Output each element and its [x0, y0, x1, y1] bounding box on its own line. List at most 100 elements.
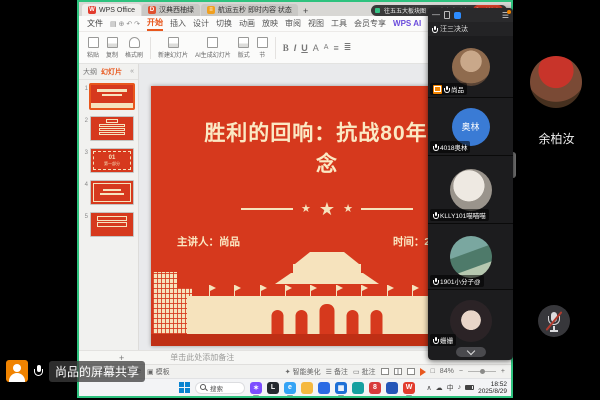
- gate-mid-band: [293, 264, 361, 273]
- beautify-button[interactable]: ✦ 智能美化: [285, 367, 321, 377]
- taskbar-clock[interactable]: 18:52 2025/8/29: [478, 381, 507, 395]
- tab-wps-office[interactable]: W WPS Office: [82, 4, 141, 16]
- start-button[interactable]: [179, 382, 190, 393]
- collapse-tiles-button[interactable]: [456, 347, 486, 357]
- tab-label: 航运五秒 即时内容 状态: [218, 5, 292, 15]
- app-icon-red[interactable]: 8: [369, 382, 381, 394]
- app-icon-navy[interactable]: [386, 382, 398, 394]
- tab-label: WPS Office: [99, 7, 135, 14]
- presenter-avatar-icon: [6, 360, 28, 382]
- ribbon-tab-design[interactable]: 设计: [193, 18, 209, 29]
- section-button[interactable]: 节: [257, 37, 268, 59]
- video-tile-shangpin[interactable]: 尚品: [428, 36, 513, 98]
- video-tile-klly[interactable]: KLLY101喵喵喵: [428, 156, 513, 224]
- app-icon-teal[interactable]: [352, 382, 364, 394]
- video-tile-1901[interactable]: 1901小分子@: [428, 224, 513, 290]
- app-icon-office[interactable]: ▦: [335, 382, 347, 394]
- zoom-level[interactable]: 84%: [440, 368, 454, 375]
- copy-button[interactable]: 复制: [106, 37, 118, 59]
- active-speaker-bar: 汪三决汰: [428, 22, 513, 36]
- tab-document-3[interactable]: ≡ 航运五秒 即时内容 状态: [201, 4, 298, 16]
- mic-icon: [433, 278, 438, 285]
- slide-thumb-3[interactable]: 01 第一部分: [90, 148, 134, 173]
- tray-battery-icon[interactable]: [465, 385, 474, 390]
- toolbar-divider: [150, 37, 151, 59]
- comments-button[interactable]: ▭ 批注: [353, 367, 376, 377]
- tab-outline[interactable]: 大纲: [83, 67, 97, 77]
- brush-icon: [129, 37, 140, 48]
- ai-slide-button[interactable]: AI生成幻灯片: [195, 37, 231, 59]
- sorter-view-button[interactable]: [394, 368, 402, 375]
- menu-button[interactable]: ☰: [502, 11, 509, 20]
- normal-view-button[interactable]: [381, 368, 389, 375]
- meeting-stage: W WPS Office D 汉典西柚绿 ≡ 航运五秒 即时内容 状态 + 往五…: [0, 0, 600, 400]
- chevron-down-icon: [466, 346, 474, 354]
- ribbon-tab-review[interactable]: 审阅: [285, 18, 301, 29]
- zoom-out-button[interactable]: −: [459, 368, 463, 375]
- tab-document-2[interactable]: D 汉典西柚绿: [142, 4, 200, 16]
- thumbnail-row: 5: [81, 212, 138, 237]
- layout-button[interactable]: 版式: [238, 37, 250, 59]
- gate-arches: [272, 304, 383, 334]
- app-icon-wps[interactable]: W: [403, 382, 415, 394]
- file-menu-button[interactable]: 文件: [87, 18, 103, 29]
- notes-toggle-button[interactable]: ☰ 备注: [326, 367, 348, 377]
- ribbon-tab-member[interactable]: 会员专享: [354, 18, 386, 29]
- fullscreen-button[interactable]: □: [431, 368, 435, 375]
- new-tab-button[interactable]: +: [303, 6, 308, 16]
- panel-header: — ☰: [428, 8, 513, 22]
- screen-share-toast: 尚品的屏幕共享: [6, 358, 145, 384]
- ribbon-tab-view[interactable]: 视图: [308, 18, 324, 29]
- ribbon-tab-home[interactable]: 开始: [147, 17, 163, 31]
- minimize-button[interactable]: —: [432, 11, 440, 19]
- ribbon-tab-tools[interactable]: 工具: [331, 18, 347, 29]
- video-tile-aolin[interactable]: 奥林 4018奥林: [428, 98, 513, 156]
- tray-chevron-icon[interactable]: ∧: [426, 384, 431, 392]
- app-icon-dark[interactable]: L: [267, 382, 279, 394]
- quick-access-toolbar[interactable]: ▤ ⊕ ↶ ↷: [110, 20, 140, 28]
- mute-button[interactable]: [538, 305, 570, 337]
- slideshow-play-button[interactable]: [420, 368, 426, 376]
- ribbon-tab-animation[interactable]: 动画: [239, 18, 255, 29]
- app-icon-meeting[interactable]: ✶: [250, 382, 262, 394]
- section-icon: [257, 37, 268, 48]
- app-icon-blue[interactable]: [318, 382, 330, 394]
- tray-cloud-icon[interactable]: ☁: [436, 384, 443, 392]
- app-icon-browser[interactable]: e: [284, 382, 296, 394]
- ribbon-tab-insert[interactable]: 插入: [170, 18, 186, 29]
- template-button[interactable]: ▣ 模板: [147, 367, 170, 377]
- wps-logo-icon: W: [88, 6, 96, 14]
- tab-slides[interactable]: 幻灯片: [101, 67, 122, 77]
- format-painter-button[interactable]: 格式刷: [125, 37, 143, 59]
- ribbon-tab-slideshow[interactable]: 放映: [262, 18, 278, 29]
- mic-muted-icon: [433, 144, 438, 151]
- active-speaker-name: 汪三决汰: [440, 24, 468, 34]
- paste-icon: [88, 37, 99, 48]
- participant-name: 余柏汝: [513, 130, 600, 147]
- zoom-in-button[interactable]: +: [501, 368, 505, 375]
- mic-icon: [433, 337, 438, 344]
- ribbon-tab-transition[interactable]: 切换: [216, 18, 232, 29]
- tray-ime-icon[interactable]: 中: [447, 383, 454, 393]
- avatar: [450, 236, 492, 278]
- new-slide-button[interactable]: 新建幻灯片: [158, 37, 188, 59]
- app-icon-files[interactable]: [301, 382, 313, 394]
- system-tray: ∧ ☁ 中 ♪ 18:52 2025/8/29: [426, 381, 511, 395]
- taskbar-search[interactable]: 搜索: [195, 382, 245, 394]
- slide-thumb-5[interactable]: [90, 212, 134, 237]
- slide-thumb-2[interactable]: [90, 116, 134, 141]
- doc-logo-icon: D: [148, 6, 156, 14]
- slide-thumb-1[interactable]: [90, 84, 134, 109]
- ribbon-tab-wps-ai[interactable]: WPS AI: [393, 19, 421, 28]
- slide-thumb-4[interactable]: [90, 180, 134, 205]
- tray-volume-icon[interactable]: ♪: [458, 384, 462, 391]
- zoom-slider[interactable]: [468, 371, 496, 373]
- participant-panel: — ☰ 汪三决汰 尚品 奥林 4018奥林: [428, 8, 513, 360]
- paste-button[interactable]: 粘贴: [87, 37, 99, 59]
- reading-view-button[interactable]: [407, 368, 415, 375]
- notes-placeholder[interactable]: 单击此处添加备注: [170, 352, 234, 363]
- tile-name-label: 1901小分子@: [430, 275, 484, 287]
- font-controls[interactable]: BIUAA≡≣: [283, 42, 352, 53]
- video-tile-shanshan[interactable]: 姗姗: [428, 290, 513, 360]
- collapse-panel-button[interactable]: «: [130, 68, 134, 75]
